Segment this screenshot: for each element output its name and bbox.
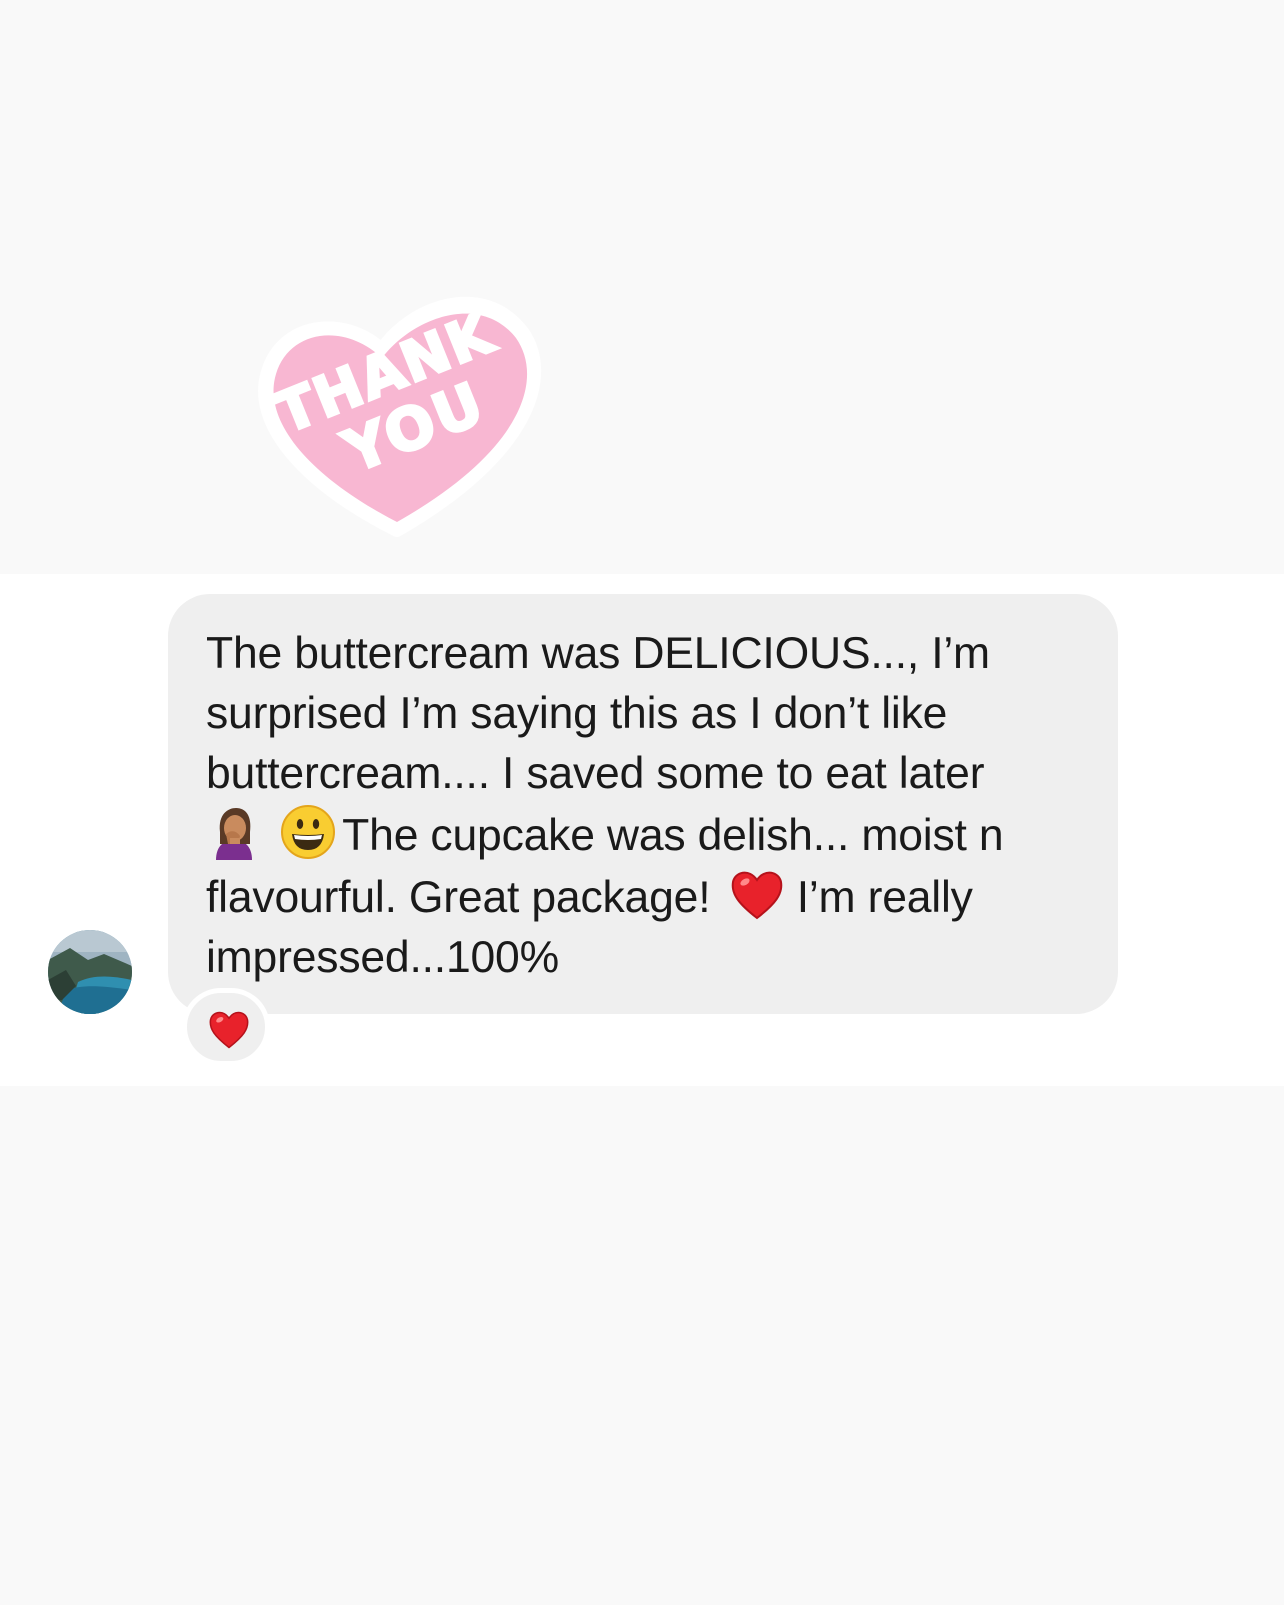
heart-reaction[interactable] <box>182 988 270 1066</box>
sender-avatar[interactable] <box>48 930 132 1014</box>
message-line: buttercream.... I saved some to eat late… <box>206 749 985 798</box>
red-heart-emoji-icon <box>729 866 785 922</box>
message-line-text: flavourful. Great package! <box>206 873 711 922</box>
message-bubble[interactable]: The buttercream was DELICIOUS..., I’m su… <box>168 594 1118 1014</box>
woman-facepalming-emoji-icon <box>206 804 262 860</box>
message-line-text: The cupcake was delish... moist n <box>342 811 1004 860</box>
message-line: flavourful. Great package! I’m really <box>206 866 1082 928</box>
message-line-text: I’m really <box>784 873 973 922</box>
message-line: The cupcake was delish... moist n <box>206 804 1082 866</box>
thank-you-heart-sticker: THANK YOU <box>232 262 562 542</box>
sticker-area: THANK YOU <box>0 0 1284 574</box>
message-text: The buttercream was DELICIOUS..., I’m su… <box>206 624 1082 988</box>
message-line: impressed...100% <box>206 933 559 982</box>
message-line: surprised I’m saying this as I don’t lik… <box>206 689 948 738</box>
red-heart-emoji-icon <box>209 1011 249 1049</box>
landscape-avatar-icon <box>48 930 132 1014</box>
message-line: The buttercream was DELICIOUS..., I’m <box>206 629 990 678</box>
grinning-face-emoji-icon <box>280 804 336 860</box>
